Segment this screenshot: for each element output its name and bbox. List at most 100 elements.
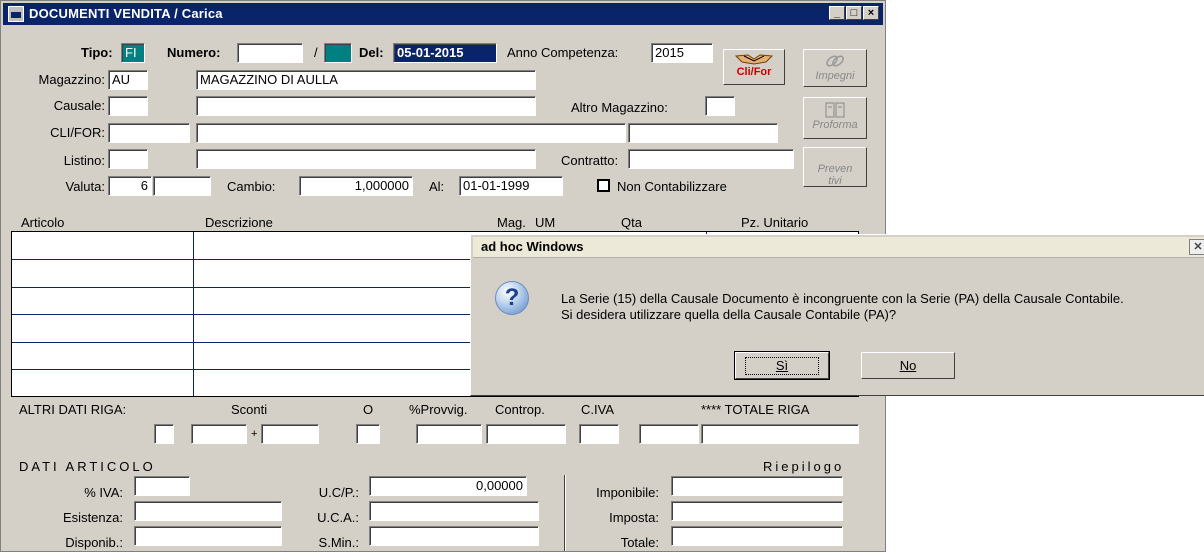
proforma-button-label: Proforma bbox=[812, 119, 858, 131]
dialog-close-icon[interactable]: ✕ bbox=[1189, 239, 1204, 255]
impegni-button-label: Impegni bbox=[815, 70, 855, 82]
non-contabilizzare-checkbox[interactable] bbox=[597, 179, 610, 192]
clifor-button[interactable]: Cli/For bbox=[723, 49, 785, 85]
causale-label: Causale: bbox=[53, 98, 105, 113]
sconto1-field[interactable] bbox=[191, 424, 247, 444]
o-label: O bbox=[363, 402, 374, 417]
provvig-label: %Provvig. bbox=[409, 402, 468, 417]
dialog-message-line1: La Serie (15) della Causale Documento è … bbox=[561, 291, 1124, 306]
serie-field[interactable] bbox=[324, 43, 352, 63]
no-button-label: No bbox=[899, 358, 917, 373]
date-field[interactable]: 05-01-2015 bbox=[393, 43, 497, 63]
al-date-field[interactable]: 01-01-1999 bbox=[459, 176, 563, 196]
listino-desc-field[interactable] bbox=[196, 149, 536, 169]
tipo-label: Tipo: bbox=[81, 45, 113, 60]
tipo-field[interactable]: FI bbox=[121, 43, 145, 63]
chain-link-icon bbox=[826, 55, 844, 67]
totale-riga-label: **** TOTALE RIGA bbox=[701, 402, 810, 417]
al-label: Al: bbox=[429, 179, 445, 194]
valuta-desc-field[interactable] bbox=[153, 176, 211, 196]
imponibile-field[interactable] bbox=[671, 476, 843, 496]
civa-label: C.IVA bbox=[581, 402, 614, 417]
omaggio-field[interactable] bbox=[356, 424, 380, 444]
confirm-dialog: ad hoc Windows ✕ ? La Serie (15) della C… bbox=[470, 234, 1204, 396]
civa-field[interactable] bbox=[579, 424, 619, 444]
clifor-desc-field[interactable] bbox=[196, 123, 626, 143]
col-qta: Qta bbox=[621, 215, 642, 230]
ucp-field[interactable]: 0,00000 bbox=[369, 476, 527, 496]
clifor-code-field[interactable] bbox=[108, 123, 190, 143]
disponib-field[interactable] bbox=[134, 526, 282, 546]
magazzino-desc-field[interactable]: MAGAZZINO DI AULLA bbox=[196, 70, 536, 90]
riga-flag-field[interactable] bbox=[154, 424, 174, 444]
riepilogo-separator bbox=[564, 475, 566, 551]
dialog-message-line2: Si desidera utilizzare quella della Caus… bbox=[561, 307, 897, 322]
cambio-field[interactable]: 1,000000 bbox=[299, 176, 413, 196]
disponib-label: Disponib.: bbox=[65, 535, 123, 550]
smin-field[interactable] bbox=[369, 526, 539, 546]
dati-articolo-title: DATI ARTICOLO bbox=[19, 459, 156, 474]
sconti-label: Sconti bbox=[231, 402, 268, 417]
title-bar[interactable]: DOCUMENTI VENDITA / Carica _ □ × bbox=[3, 3, 883, 25]
iva-field[interactable] bbox=[134, 476, 190, 496]
imposta-label: Imposta: bbox=[609, 510, 659, 525]
controp-label: Controp. bbox=[495, 402, 545, 417]
sconto2-field[interactable] bbox=[261, 424, 319, 444]
imponibile-label: Imponibile: bbox=[596, 485, 659, 500]
provvig-field[interactable] bbox=[416, 424, 482, 444]
valuta-field[interactable]: 6 bbox=[108, 176, 152, 196]
uca-field[interactable] bbox=[369, 501, 539, 521]
causale-desc-field[interactable] bbox=[196, 96, 536, 116]
imposta-field[interactable] bbox=[671, 501, 843, 521]
uca-label: U.C.A.: bbox=[317, 510, 359, 525]
clifor-extra-field[interactable] bbox=[628, 123, 778, 143]
dialog-title-bar[interactable]: ad hoc Windows ✕ bbox=[473, 237, 1204, 258]
listino-code-field[interactable] bbox=[108, 149, 148, 169]
col-um: UM bbox=[535, 215, 556, 230]
ucp-label: U.C/P.: bbox=[318, 485, 359, 500]
question-icon: ? bbox=[495, 281, 529, 315]
maximize-icon[interactable]: □ bbox=[846, 6, 862, 20]
impegni-button[interactable]: Impegni bbox=[803, 49, 867, 87]
del-label: Del: bbox=[359, 45, 384, 60]
smin-label: S.Min.: bbox=[318, 535, 359, 550]
numero-field[interactable] bbox=[237, 43, 303, 63]
contratto-field[interactable] bbox=[628, 149, 794, 169]
controp-field[interactable] bbox=[486, 424, 566, 444]
preventivi-button[interactable]: Preven tivi bbox=[803, 147, 867, 187]
minimize-icon[interactable]: _ bbox=[829, 6, 845, 20]
riepilogo-title: Riepilogo bbox=[763, 459, 845, 474]
anno-competenza-field[interactable]: 2015 bbox=[651, 43, 713, 63]
contratto-label: Contratto: bbox=[561, 153, 619, 168]
esistenza-field[interactable] bbox=[134, 501, 282, 521]
iva-label: % IVA: bbox=[84, 485, 123, 500]
clifor-label: CLI/FOR: bbox=[50, 125, 105, 140]
col-mag: Mag. bbox=[497, 215, 526, 230]
listino-label: Listino: bbox=[63, 153, 105, 168]
yes-button[interactable]: Sì bbox=[734, 351, 830, 380]
causale-code-field[interactable] bbox=[108, 96, 148, 116]
clifor-button-label: Cli/For bbox=[736, 66, 772, 78]
anno-competenza-label: Anno Competenza: bbox=[507, 45, 619, 60]
col-pz-unitario: Pz. Unitario bbox=[741, 215, 809, 230]
window-title: DOCUMENTI VENDITA / Carica bbox=[29, 6, 223, 21]
col-descrizione: Descrizione bbox=[205, 215, 273, 230]
totale-label: Totale: bbox=[620, 535, 659, 550]
totale-riga-field[interactable] bbox=[701, 424, 859, 444]
totale-field[interactable] bbox=[671, 526, 843, 546]
dialog-title: ad hoc Windows bbox=[481, 239, 584, 254]
altro-magazzino-field[interactable] bbox=[705, 96, 735, 116]
valuta-label: Valuta: bbox=[65, 179, 105, 194]
cambio-label: Cambio: bbox=[227, 179, 276, 194]
magazzino-label: Magazzino: bbox=[38, 72, 105, 87]
sconto-plus: + bbox=[251, 428, 258, 440]
handshake-icon bbox=[734, 54, 774, 65]
magazzino-code-field[interactable]: AU bbox=[108, 70, 148, 90]
preventivi-button-label: Preven tivi bbox=[817, 163, 853, 187]
app-icon bbox=[8, 6, 24, 22]
no-button[interactable]: No bbox=[861, 352, 955, 379]
yes-button-label: Sì bbox=[744, 357, 820, 375]
totale-riga-extra-field[interactable] bbox=[639, 424, 699, 444]
proforma-button[interactable]: Proforma bbox=[803, 97, 867, 139]
close-icon[interactable]: × bbox=[863, 6, 879, 20]
